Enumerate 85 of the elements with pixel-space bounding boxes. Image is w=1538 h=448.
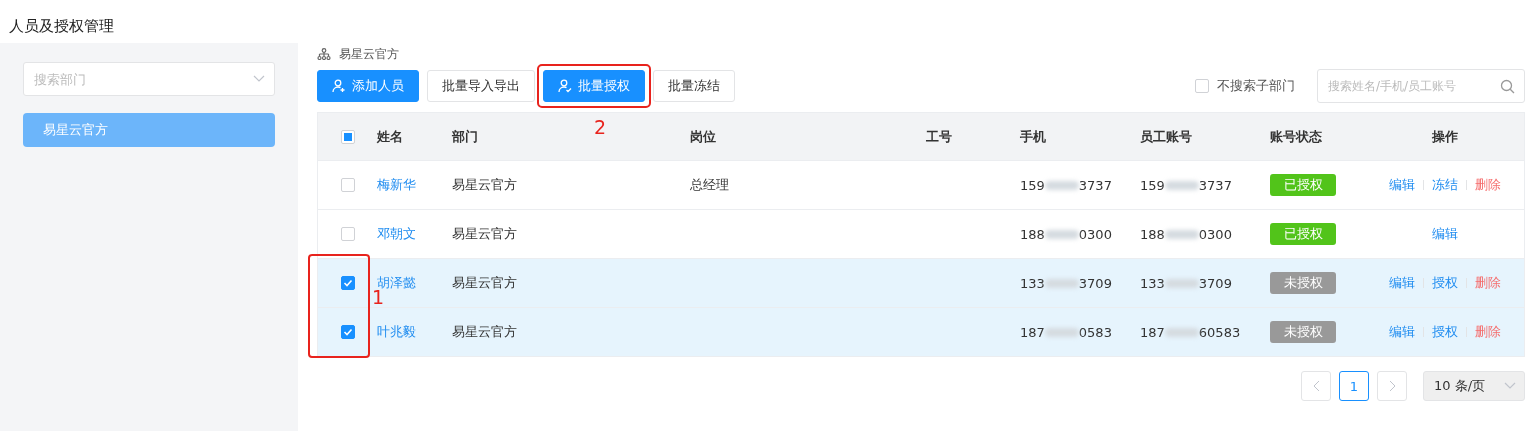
page-button[interactable]: 1: [1339, 371, 1369, 401]
table-cell: 易星云官方: [452, 274, 517, 292]
action-link[interactable]: 删除: [1474, 274, 1501, 292]
toolbar-button[interactable]: 批量导入导出: [427, 69, 535, 102]
account-text: 0300: [1198, 226, 1232, 242]
action-link[interactable]: 编辑: [1388, 274, 1415, 292]
column-header: 姓名: [377, 127, 403, 146]
blur-mark: [1044, 229, 1079, 239]
phone-text: 0583: [1078, 324, 1112, 340]
column-header: 手机: [1020, 127, 1046, 146]
checkbox-label: 不搜索子部门: [1217, 76, 1295, 95]
user-check-icon: [558, 78, 572, 93]
table-cell: 总经理: [690, 176, 729, 194]
action-link[interactable]: 删除: [1474, 323, 1501, 341]
column-header: 部门: [452, 127, 478, 146]
phone-text: 3737: [1078, 177, 1112, 193]
table-cell: 易星云官方: [452, 225, 517, 243]
account-text: 133: [1140, 275, 1165, 291]
next-page-button[interactable]: [1377, 371, 1407, 401]
phone-text: 187: [1020, 324, 1045, 340]
row-checkbox[interactable]: [340, 227, 355, 241]
check-icon: [342, 278, 353, 288]
blur-mark: [1044, 180, 1079, 190]
row-checkbox[interactable]: [340, 178, 355, 192]
phone-text: 0300: [1078, 226, 1112, 242]
action-link[interactable]: 编辑: [1388, 323, 1415, 341]
chevron-down-icon: [1504, 382, 1516, 390]
department-item[interactable]: 易星云官方: [23, 113, 275, 147]
account-text: 60583: [1198, 324, 1241, 340]
user-add-icon: [332, 78, 346, 93]
chevron-right-icon: [1388, 380, 1396, 392]
column-header: 岗位: [690, 127, 716, 146]
toolbar-button[interactable]: 添加人员: [317, 69, 419, 102]
status-tag: 已授权: [1270, 223, 1336, 245]
account-text: 188: [1140, 226, 1165, 242]
phone-text: 3709: [1078, 275, 1112, 291]
blur-mark: [1044, 278, 1079, 288]
table-cell: 易星云官方: [452, 323, 517, 341]
action-link[interactable]: 编辑: [1388, 176, 1415, 194]
search-field[interactable]: 搜索姓名/手机/员工账号: [1317, 68, 1525, 103]
department-search-field[interactable]: 搜索部门: [23, 62, 275, 96]
previous-page-button[interactable]: [1301, 371, 1331, 401]
breadcrumb: 易星云官方: [339, 45, 399, 63]
column-header: 操作: [1431, 127, 1458, 146]
page-title: 人员及授权管理: [8, 16, 115, 37]
blur-mark: [1164, 327, 1199, 337]
toolbar-button[interactable]: 批量冻结: [653, 69, 735, 102]
account-text: 3709: [1198, 275, 1232, 291]
account-text: 3737: [1198, 177, 1232, 193]
action-link[interactable]: 授权: [1431, 323, 1458, 341]
toolbar-button[interactable]: 批量授权: [543, 69, 645, 102]
action-link[interactable]: 冻结: [1431, 176, 1458, 194]
action-link[interactable]: 编辑: [1431, 225, 1458, 243]
column-header: 工号: [926, 127, 952, 146]
person-name-link[interactable]: 叶兆毅: [377, 323, 416, 341]
account-text: 159: [1140, 177, 1165, 193]
blur-mark: [1164, 229, 1199, 239]
chevron-left-icon: [1312, 380, 1320, 392]
chevron-down-icon: [253, 75, 265, 83]
table-cell: 易星云官方: [452, 176, 517, 194]
page-size-select[interactable]: 10 条/页: [1423, 371, 1525, 401]
org-chart-icon: [317, 48, 331, 60]
select-all-checkbox[interactable]: [340, 129, 355, 144]
column-header: 员工账号: [1140, 127, 1192, 146]
blur-mark: [1164, 180, 1199, 190]
action-link[interactable]: 授权: [1431, 274, 1458, 292]
annotation-number: 2: [594, 115, 607, 138]
blur-mark: [1164, 278, 1199, 288]
search-icon: [1500, 78, 1515, 94]
column-header: 账号状态: [1270, 127, 1322, 146]
row-checkbox[interactable]: [340, 276, 355, 290]
status-tag: 已授权: [1270, 174, 1336, 196]
blur-mark: [1044, 327, 1079, 337]
action-link[interactable]: 删除: [1474, 176, 1501, 194]
status-tag: 未授权: [1270, 272, 1336, 294]
account-text: 187: [1140, 324, 1165, 340]
person-name-link[interactable]: 邓朝文: [377, 225, 416, 243]
row-checkbox[interactable]: [340, 325, 355, 339]
person-name-link[interactable]: 梅新华: [377, 176, 416, 194]
phone-text: 159: [1020, 177, 1045, 193]
phone-text: 188: [1020, 226, 1045, 242]
status-tag: 未授权: [1270, 321, 1336, 343]
checkbox[interactable]: [1195, 78, 1209, 93]
phone-text: 133: [1020, 275, 1045, 291]
check-icon: [342, 327, 353, 337]
